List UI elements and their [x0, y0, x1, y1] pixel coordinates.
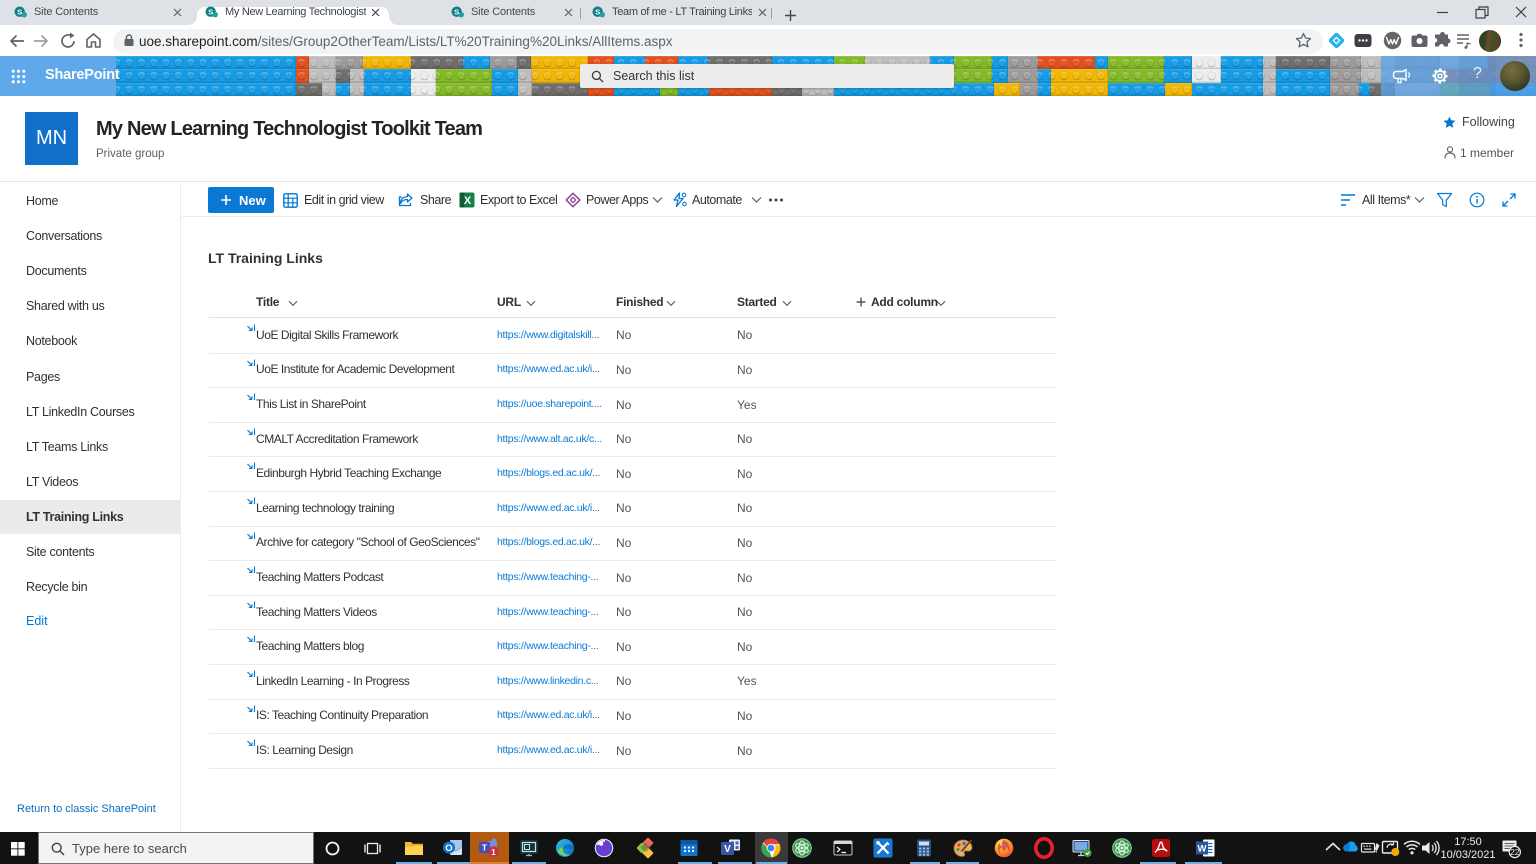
svg-text:22: 22 [1510, 847, 1520, 857]
svg-text:S: S [595, 8, 600, 17]
svg-text:T: T [482, 843, 488, 853]
svg-text:X: X [464, 195, 472, 207]
svg-text:S: S [17, 8, 22, 17]
svg-text:W: W [1198, 844, 1207, 855]
svg-text:S: S [208, 8, 213, 17]
svg-text:O: O [445, 843, 452, 854]
svg-text:1: 1 [491, 848, 496, 857]
svg-text:V: V [724, 844, 731, 855]
svg-text:S: S [454, 8, 459, 17]
